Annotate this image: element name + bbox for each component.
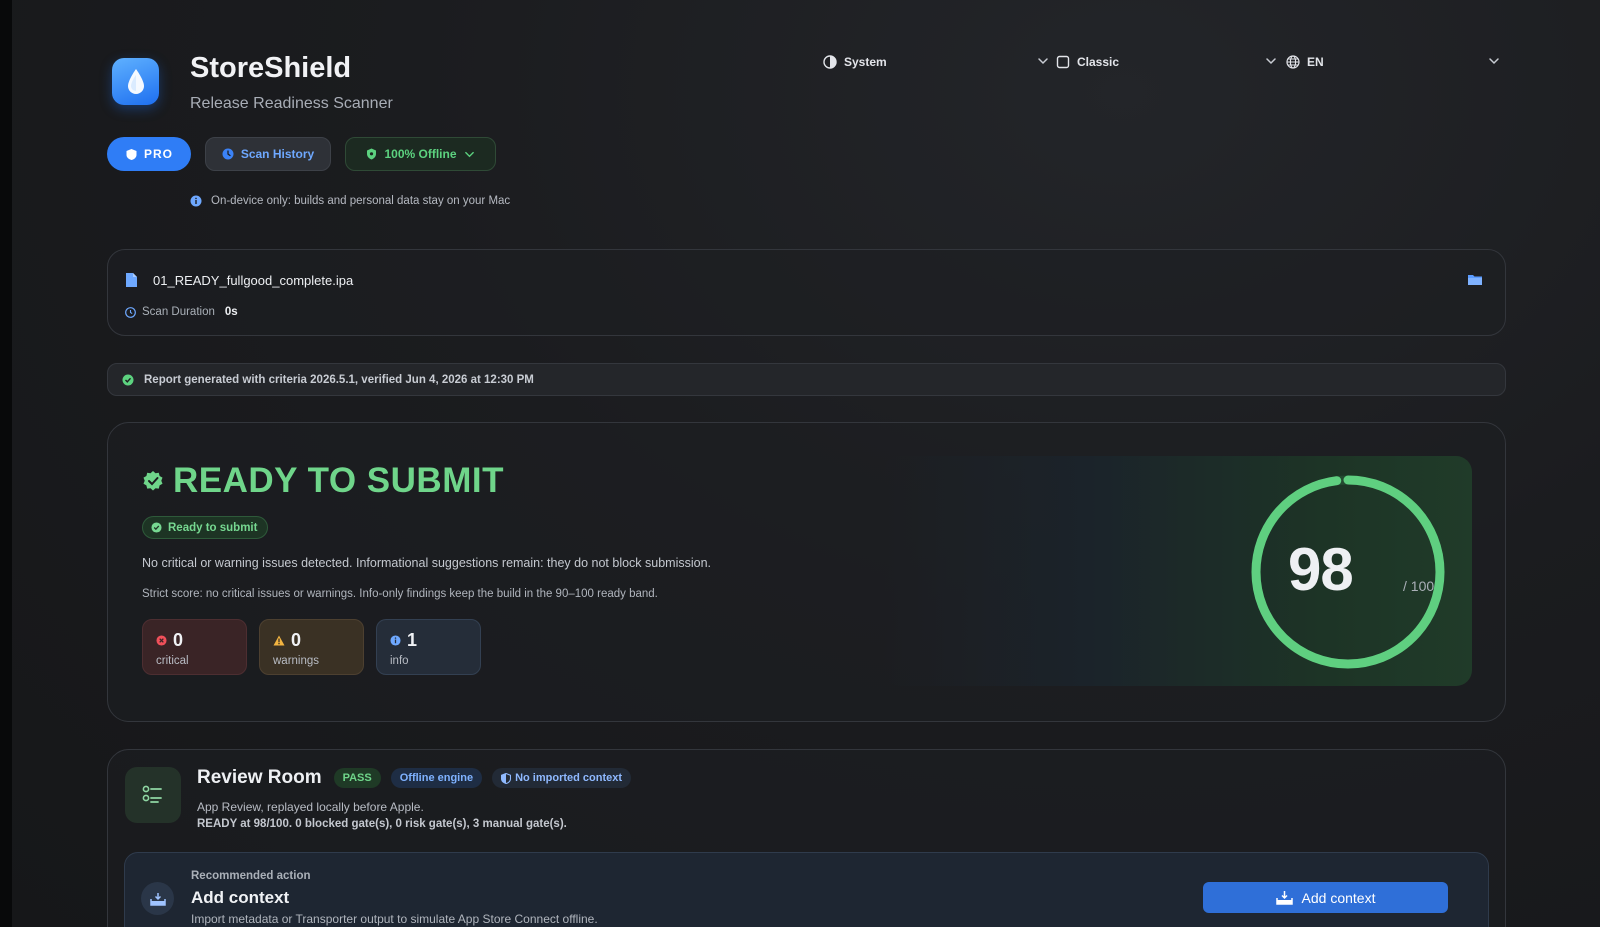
critical-count-card: 0 critical bbox=[142, 619, 247, 675]
add-context-button[interactable]: Add context bbox=[1203, 882, 1448, 913]
info-count: 1 bbox=[407, 630, 418, 650]
on-device-text: On-device only: builds and personal data… bbox=[211, 195, 511, 207]
offline-dropdown[interactable]: 100% Offline bbox=[345, 137, 496, 171]
chevron-down-icon bbox=[1038, 58, 1048, 65]
square-icon bbox=[1056, 55, 1070, 69]
pro-button[interactable]: PRO bbox=[107, 137, 191, 171]
contrast-icon bbox=[823, 55, 837, 69]
warnings-label: warnings bbox=[273, 655, 320, 667]
shield-icon bbox=[367, 148, 377, 160]
score-max: / 100 bbox=[1403, 578, 1435, 594]
appearance-select[interactable]: System bbox=[823, 50, 1049, 74]
theme-select[interactable]: Classic bbox=[1056, 50, 1277, 74]
status-badge: Ready to submit bbox=[142, 516, 269, 539]
scan-history-label: Scan History bbox=[240, 147, 315, 161]
warnings-count: 0 bbox=[291, 630, 302, 650]
clock-icon bbox=[125, 306, 136, 318]
globe-icon bbox=[1286, 55, 1300, 69]
pro-label: PRO bbox=[143, 147, 173, 161]
add-context-label: Add context bbox=[1301, 889, 1376, 906]
critical-label: critical bbox=[156, 655, 189, 667]
info-count-card: 1 info bbox=[376, 619, 481, 675]
verified-icon bbox=[122, 374, 134, 385]
report-banner: Report generated with criteria 2026.5.1,… bbox=[107, 363, 1506, 396]
report-text: Report generated with criteria 2026.5.1,… bbox=[144, 373, 534, 386]
scan-duration-label: Scan Duration bbox=[142, 306, 215, 318]
app-title: StoreShield bbox=[190, 52, 352, 84]
status-card: READY TO SUBMIT Ready to submit No criti… bbox=[107, 422, 1506, 722]
folder-icon[interactable] bbox=[1467, 273, 1483, 286]
file-name: 01_READY_fullgood_complete.ipa bbox=[153, 273, 354, 288]
chevron-down-icon bbox=[1266, 58, 1276, 65]
warnings-count-card: 0 warnings bbox=[259, 619, 364, 675]
recommended-action-box: Recommended action Add context Import me… bbox=[124, 852, 1489, 927]
readiness-headline-text: READY TO SUBMIT bbox=[173, 461, 504, 500]
chevron-down-icon bbox=[464, 151, 474, 157]
app-logo-icon bbox=[112, 58, 159, 105]
offline-label: 100% Offline bbox=[384, 147, 457, 161]
info-icon bbox=[190, 195, 202, 207]
review-room-title: Review Room bbox=[197, 767, 322, 788]
import-tray-icon bbox=[141, 882, 174, 915]
context-pill-label: No imported context bbox=[515, 772, 623, 784]
error-icon bbox=[156, 635, 167, 646]
critical-count: 0 bbox=[173, 630, 184, 650]
pro-badge-icon bbox=[126, 148, 137, 160]
status-description: No critical or warning issues detected. … bbox=[142, 556, 712, 570]
checklist-icon bbox=[125, 767, 181, 823]
score-value: 98 bbox=[1288, 536, 1354, 603]
document-icon bbox=[126, 273, 137, 287]
context-pill: No imported context bbox=[492, 768, 632, 788]
on-device-note: On-device only: builds and personal data… bbox=[190, 195, 510, 207]
pass-pill: PASS bbox=[333, 768, 381, 788]
scan-history-button[interactable]: Scan History bbox=[205, 137, 331, 171]
info-label: info bbox=[390, 655, 409, 667]
window-edge bbox=[0, 0, 12, 927]
history-icon bbox=[222, 148, 234, 160]
theme-value: Classic bbox=[1077, 55, 1120, 69]
check-circle-icon bbox=[151, 522, 162, 533]
readiness-headline: READY TO SUBMIT bbox=[142, 461, 504, 501]
import-icon bbox=[1275, 891, 1293, 905]
strict-score-note: Strict score: no critical issues or warn… bbox=[142, 588, 658, 600]
recommended-title: Add context bbox=[191, 888, 290, 907]
engine-pill: Offline engine bbox=[390, 768, 483, 788]
review-room-header: Review Room PASS Offline engine No impor… bbox=[197, 767, 632, 789]
scan-duration: Scan Duration 0s bbox=[125, 306, 238, 318]
file-card: 01_READY_fullgood_complete.ipa Scan Dura… bbox=[107, 249, 1506, 336]
shield-half-icon bbox=[501, 772, 512, 784]
scan-duration-value: 0s bbox=[224, 306, 238, 318]
language-select[interactable]: EN bbox=[1286, 50, 1500, 74]
info-icon bbox=[390, 635, 401, 646]
review-room-subtitle: App Review, replayed locally before Appl… bbox=[197, 800, 424, 814]
recommended-label: Recommended action bbox=[191, 870, 311, 882]
app-subtitle: Release Readiness Scanner bbox=[190, 95, 393, 112]
language-value: EN bbox=[1307, 55, 1324, 69]
status-badge-label: Ready to submit bbox=[168, 521, 258, 534]
chevron-down-icon bbox=[1489, 58, 1499, 65]
recommended-description: Import metadata or Transporter output to… bbox=[191, 912, 598, 926]
appearance-value: System bbox=[844, 55, 887, 69]
warning-icon bbox=[273, 635, 285, 646]
app-window: StoreShield Release Readiness Scanner Sy… bbox=[12, 0, 1600, 927]
check-badge-icon bbox=[143, 471, 163, 491]
review-room-summary: READY at 98/100. 0 blocked gate(s), 0 ri… bbox=[197, 818, 567, 830]
review-room-card: Review Room PASS Offline engine No impor… bbox=[107, 749, 1506, 927]
